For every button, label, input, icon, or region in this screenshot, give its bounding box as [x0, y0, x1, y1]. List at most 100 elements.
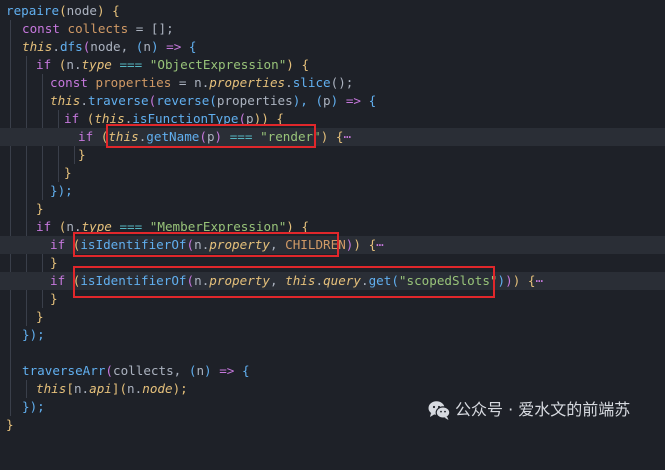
code-line: }); — [0, 326, 665, 344]
code-line: } — [0, 308, 665, 326]
code-keyword: const — [50, 75, 88, 90]
code-arrow: => — [158, 39, 189, 54]
code-punct: ( — [79, 111, 95, 126]
code-function: slice — [292, 75, 331, 90]
code-punct: ), — [292, 93, 316, 108]
code-line: if (this.isFunctionType(p)) { — [0, 110, 665, 128]
code-punct: { — [368, 93, 377, 108]
code-punct: }); — [50, 183, 73, 198]
code-object: n — [194, 75, 202, 90]
code-this: this — [36, 381, 67, 396]
code-punct: { — [328, 129, 344, 144]
code-param: n — [196, 363, 205, 378]
code-punct: . — [73, 57, 82, 72]
code-keyword: if — [36, 57, 52, 72]
code-punct: } — [78, 147, 86, 162]
code-function: repaire — [6, 3, 60, 18]
code-punct: [ — [66, 381, 74, 396]
fold-ellipsis-icon[interactable]: ⋯ — [376, 237, 384, 252]
code-object: n — [73, 381, 82, 396]
code-line: repaire(node) { — [0, 2, 665, 20]
code-punct: ( — [59, 3, 67, 18]
code-param: p — [323, 93, 331, 108]
code-punct: ( — [105, 363, 113, 378]
highlight-box-getname — [106, 124, 316, 148]
code-punct: } — [36, 309, 44, 324]
code-param: n — [143, 39, 151, 54]
code-arg: properties — [216, 93, 293, 108]
code-line: if (n.type === "ObjectExpression") { — [0, 56, 665, 74]
code-punct: , — [120, 39, 136, 54]
code-punct: ( — [315, 93, 324, 108]
code-line: const properties = n.properties.slice(); — [0, 74, 665, 92]
code-punct: , — [173, 363, 189, 378]
code-line: this.traverse(reverse(properties), (p) =… — [0, 92, 665, 110]
code-line: this[n.api](n.node); — [0, 380, 665, 398]
code-property: properties — [209, 75, 286, 90]
code-line: }); — [0, 182, 665, 200]
code-punct: { — [188, 39, 197, 54]
code-arrow: => — [338, 93, 369, 108]
code-line: this.dfs(node, (n) => { — [0, 38, 665, 56]
code-keyword: if — [64, 111, 80, 126]
code-this: this — [50, 93, 81, 108]
code-punct: ]( — [111, 381, 128, 396]
highlight-box-scopedslots — [73, 266, 495, 298]
code-punct: ) { — [97, 3, 120, 18]
code-keyword: if — [50, 273, 66, 288]
code-punct: ( — [209, 93, 217, 108]
code-punct: (); — [330, 75, 354, 90]
code-object: n — [66, 57, 74, 72]
code-punct: . — [52, 39, 60, 54]
code-keyword: if — [36, 219, 52, 234]
code-punct: }); — [22, 327, 45, 342]
highlight-box-children — [73, 232, 339, 257]
code-function: traverseArr — [22, 363, 106, 378]
code-punct: }); — [22, 399, 45, 414]
code-object: n — [127, 381, 135, 396]
code-line: traverseArr(collects, (n) => { — [0, 362, 665, 380]
code-function: traverse — [87, 93, 149, 108]
code-punct: } — [50, 255, 58, 270]
watermark-text: 公众号 · 爱水文的前端苏 — [455, 400, 631, 419]
fold-ellipsis-icon[interactable]: ⋯ — [535, 273, 543, 288]
code-arg: collects — [113, 363, 174, 378]
wechat-icon — [428, 401, 451, 420]
code-this: this — [22, 39, 53, 54]
code-punct: . — [80, 93, 88, 108]
code-keyword: if — [50, 237, 66, 252]
code-punct: } — [50, 291, 58, 306]
code-punct: { — [360, 237, 377, 252]
code-operator: === — [111, 57, 150, 72]
code-keyword: const — [22, 21, 60, 36]
code-punct: ) — [150, 39, 159, 54]
code-property: type — [81, 57, 112, 72]
code-punct: = []; — [128, 21, 174, 36]
code-punct: . — [285, 75, 293, 90]
code-line: } — [0, 146, 665, 164]
code-line: const collects = []; — [0, 20, 665, 38]
code-punct: ) — [204, 363, 212, 378]
code-punct: ( — [51, 57, 67, 72]
code-punct: { — [520, 273, 536, 288]
code-param: node — [66, 3, 98, 18]
code-punct: ); — [172, 381, 188, 396]
code-punct: } — [36, 201, 44, 216]
fold-ellipsis-icon[interactable]: ⋯ — [344, 129, 352, 144]
code-punct: . — [81, 381, 90, 396]
code-punct: ) { — [286, 57, 310, 72]
code-line: } — [0, 200, 665, 218]
code-property: api — [89, 381, 112, 396]
watermark: 公众号 · 爱水文的前端苏 — [428, 398, 631, 422]
code-property: node — [142, 381, 173, 396]
code-string: "ObjectExpression" — [149, 57, 287, 72]
code-arg: node — [90, 39, 121, 54]
code-punct: } — [64, 165, 72, 180]
code-line-active: if (this.getName(p) === "render") {⋯ — [0, 128, 665, 146]
code-arrow: => — [211, 363, 242, 378]
code-variable: properties — [95, 75, 172, 90]
code-editor[interactable]: repaire(node) { const collects = []; thi… — [0, 0, 665, 436]
code-punct: = — [171, 75, 195, 90]
code-function: reverse — [156, 93, 210, 108]
code-keyword: if — [78, 129, 94, 144]
